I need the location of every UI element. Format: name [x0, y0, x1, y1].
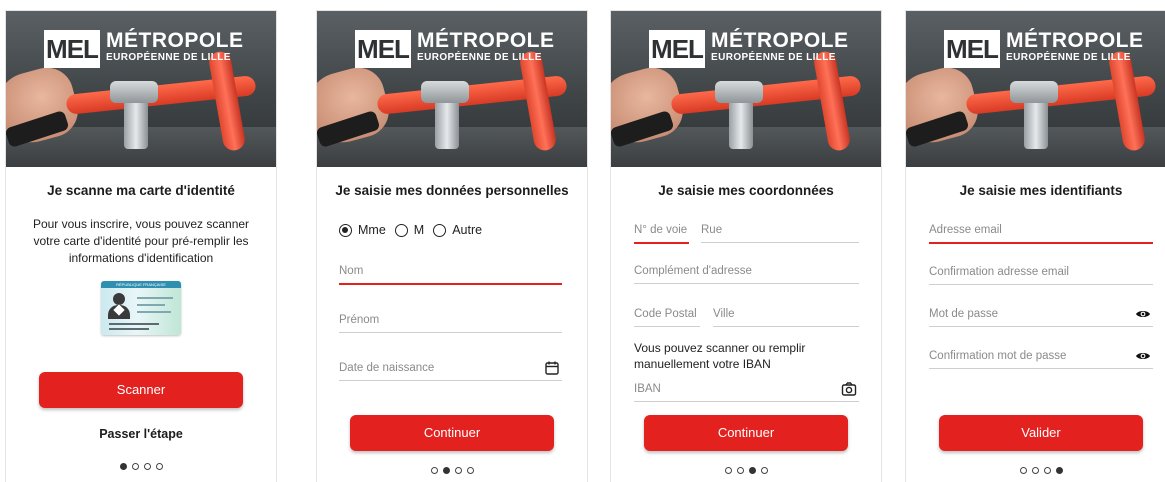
password-field[interactable]: Mot de passe — [929, 304, 1153, 327]
step-dot — [1019, 467, 1027, 474]
screen-personal-data: MEL MÉTROPOLE EUROPÉENNE DE LILLE Je sais… — [317, 11, 587, 482]
birthdate-field[interactable]: Date de naissance — [339, 358, 562, 381]
step-indicator — [611, 461, 881, 479]
street-number-field[interactable]: N° de voie — [634, 220, 689, 244]
skip-step-link[interactable]: Passer l'étape — [6, 427, 276, 441]
city-field[interactable]: Ville — [713, 304, 859, 327]
camera-icon[interactable] — [841, 381, 857, 397]
radio-m[interactable] — [394, 223, 408, 237]
validate-button[interactable]: Valider — [939, 415, 1143, 451]
step-dot — [131, 463, 139, 470]
logo: MEL MÉTROPOLE EUROPÉENNE DE LILLE — [355, 30, 555, 68]
step-dot — [430, 467, 438, 474]
id-card-illustration: RÉPUBLIQUE FRANÇAISE — [101, 281, 181, 335]
email-confirm-field[interactable]: Confirmation adresse email — [929, 262, 1153, 285]
civility-radio-group: Mme M Autre — [339, 223, 491, 237]
calendar-icon[interactable] — [544, 360, 560, 376]
radio-autre[interactable] — [433, 223, 447, 237]
step-indicator — [906, 461, 1165, 479]
continue-button[interactable]: Continuer — [644, 415, 848, 451]
step-dot — [442, 467, 450, 474]
step-dot — [466, 467, 474, 474]
hero-image: MEL MÉTROPOLE EUROPÉENNE DE LILLE — [317, 11, 587, 167]
step-dot — [143, 463, 151, 470]
step-dot — [1031, 467, 1039, 474]
page-title: Je saisie mes identifiants — [959, 183, 1123, 198]
postal-code-field[interactable]: Code Postal — [634, 304, 700, 327]
hero-image: MEL MÉTROPOLE EUROPÉENNE DE LILLE — [906, 11, 1165, 167]
step-indicator — [317, 461, 587, 479]
iban-note: Vous pouvez scanner ou remplir manuellem… — [634, 341, 806, 371]
logo: MEL MÉTROPOLE EUROPÉENNE DE LILLE — [44, 30, 244, 68]
page-title: Je saisie mes coordonnées — [658, 183, 834, 198]
step-dot — [1055, 467, 1063, 474]
radio-mme[interactable] — [339, 223, 352, 237]
iban-field[interactable]: IBAN — [634, 379, 859, 402]
step-dot — [760, 467, 768, 474]
step-dot — [454, 467, 462, 474]
first-name-field[interactable]: Prénom — [339, 310, 562, 333]
last-name-field[interactable]: Nom — [339, 261, 562, 285]
password-confirm-field[interactable]: Confirmation mot de passe — [929, 346, 1153, 369]
screen-credentials: MEL MÉTROPOLE EUROPÉENNE DE LILLE Je sais… — [906, 11, 1165, 482]
eye-icon[interactable] — [1135, 348, 1151, 364]
step-dot — [736, 467, 744, 474]
hero-image: MEL MÉTROPOLE EUROPÉENNE DE LILLE — [6, 11, 276, 167]
screen-address: MEL MÉTROPOLE EUROPÉENNE DE LILLE Je sais… — [611, 11, 881, 482]
street-field[interactable]: Rue — [701, 220, 859, 243]
step-dot — [724, 467, 732, 474]
screen-scan-id: MEL MÉTROPOLE EUROPÉENNE DE LILLE Je scan… — [6, 11, 276, 482]
page-title: Je saisie mes données personnelles — [335, 183, 569, 198]
eye-icon[interactable] — [1135, 306, 1151, 322]
scan-button[interactable]: Scanner — [39, 372, 243, 408]
hero-image: MEL MÉTROPOLE EUROPÉENNE DE LILLE — [611, 11, 881, 167]
logo: MEL MÉTROPOLE EUROPÉENNE DE LILLE — [649, 30, 849, 68]
email-field[interactable]: Adresse email — [929, 220, 1153, 244]
step-dot — [155, 463, 163, 470]
step-dot — [119, 463, 127, 470]
page-title: Je scanne ma carte d'identité — [47, 183, 235, 198]
continue-button[interactable]: Continuer — [350, 415, 554, 451]
address-complement-field[interactable]: Complément d'adresse — [634, 261, 859, 284]
description: Pour vous inscrire, vous pouvez scanner … — [32, 217, 250, 265]
step-indicator — [6, 457, 276, 475]
step-dot — [1043, 467, 1051, 474]
logo: MEL MÉTROPOLE EUROPÉENNE DE LILLE — [944, 30, 1144, 68]
step-dot — [748, 467, 756, 474]
